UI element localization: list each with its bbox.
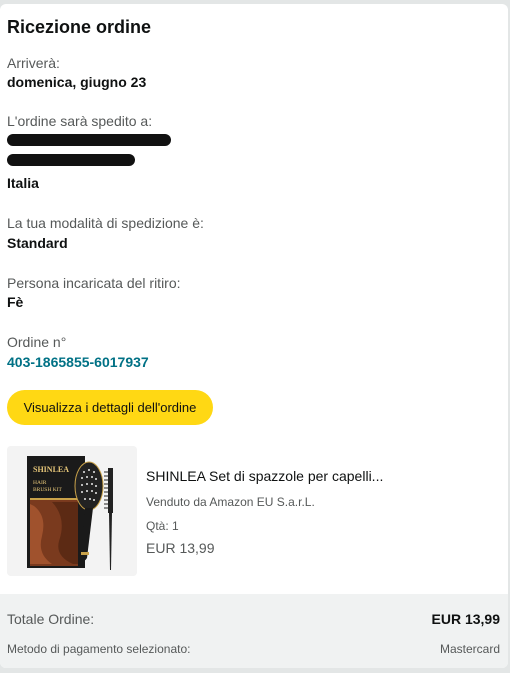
hair-brush-kit-image: SHINLEA HAIR BRUSH KIT bbox=[7, 446, 137, 576]
redacted-address-line-2 bbox=[7, 154, 135, 166]
svg-text:SHINLEA: SHINLEA bbox=[33, 465, 69, 474]
payment-method-label: Metodo di pagamento selezionato: bbox=[7, 642, 191, 656]
product-title-link[interactable]: SHINLEA Set di spazzole per capelli... bbox=[146, 468, 383, 484]
svg-text:HAIR: HAIR bbox=[33, 480, 47, 486]
product-quantity: Qtà: 1 bbox=[146, 519, 179, 533]
arrival-label: Arriverà: bbox=[7, 55, 60, 71]
shipping-country: Italia bbox=[7, 175, 39, 191]
order-received-card: Ricezione ordine Arriverà: domenica, giu… bbox=[0, 4, 508, 668]
page-title: Ricezione ordine bbox=[7, 17, 152, 37]
order-total-label: Totale Ordine: bbox=[7, 611, 95, 627]
arrival-date: domenica, giugno 23 bbox=[7, 74, 147, 90]
shipping-method-label: La tua modalità di spedizione è: bbox=[7, 215, 204, 231]
view-order-details-button[interactable]: Visualizza i dettagli dell'ordine bbox=[7, 390, 213, 425]
product-seller: Venduto da Amazon EU S.a.r.L. bbox=[146, 495, 315, 509]
pickup-person-label: Persona incaricata del ritiro: bbox=[7, 275, 181, 291]
payment-method-value: Mastercard bbox=[439, 642, 500, 656]
order-number-label: Ordine n° bbox=[7, 334, 67, 350]
shipping-address-label: L'ordine sarà spedito a: bbox=[7, 113, 153, 129]
shipping-method: Standard bbox=[7, 235, 68, 251]
svg-text:BRUSH KIT: BRUSH KIT bbox=[33, 487, 63, 493]
order-number-link[interactable]: 403-1865855-6017937 bbox=[7, 354, 149, 370]
order-total-value: EUR 13,99 bbox=[431, 611, 500, 627]
order-summary-footer: Totale Ordine: EUR 13,99 Metodo di pagam… bbox=[0, 594, 508, 668]
product-price: EUR 13,99 bbox=[146, 540, 215, 556]
redacted-address-line-1 bbox=[7, 134, 171, 146]
pickup-person-name: Fè bbox=[7, 294, 24, 310]
product-image[interactable]: SHINLEA HAIR BRUSH KIT bbox=[7, 446, 137, 576]
